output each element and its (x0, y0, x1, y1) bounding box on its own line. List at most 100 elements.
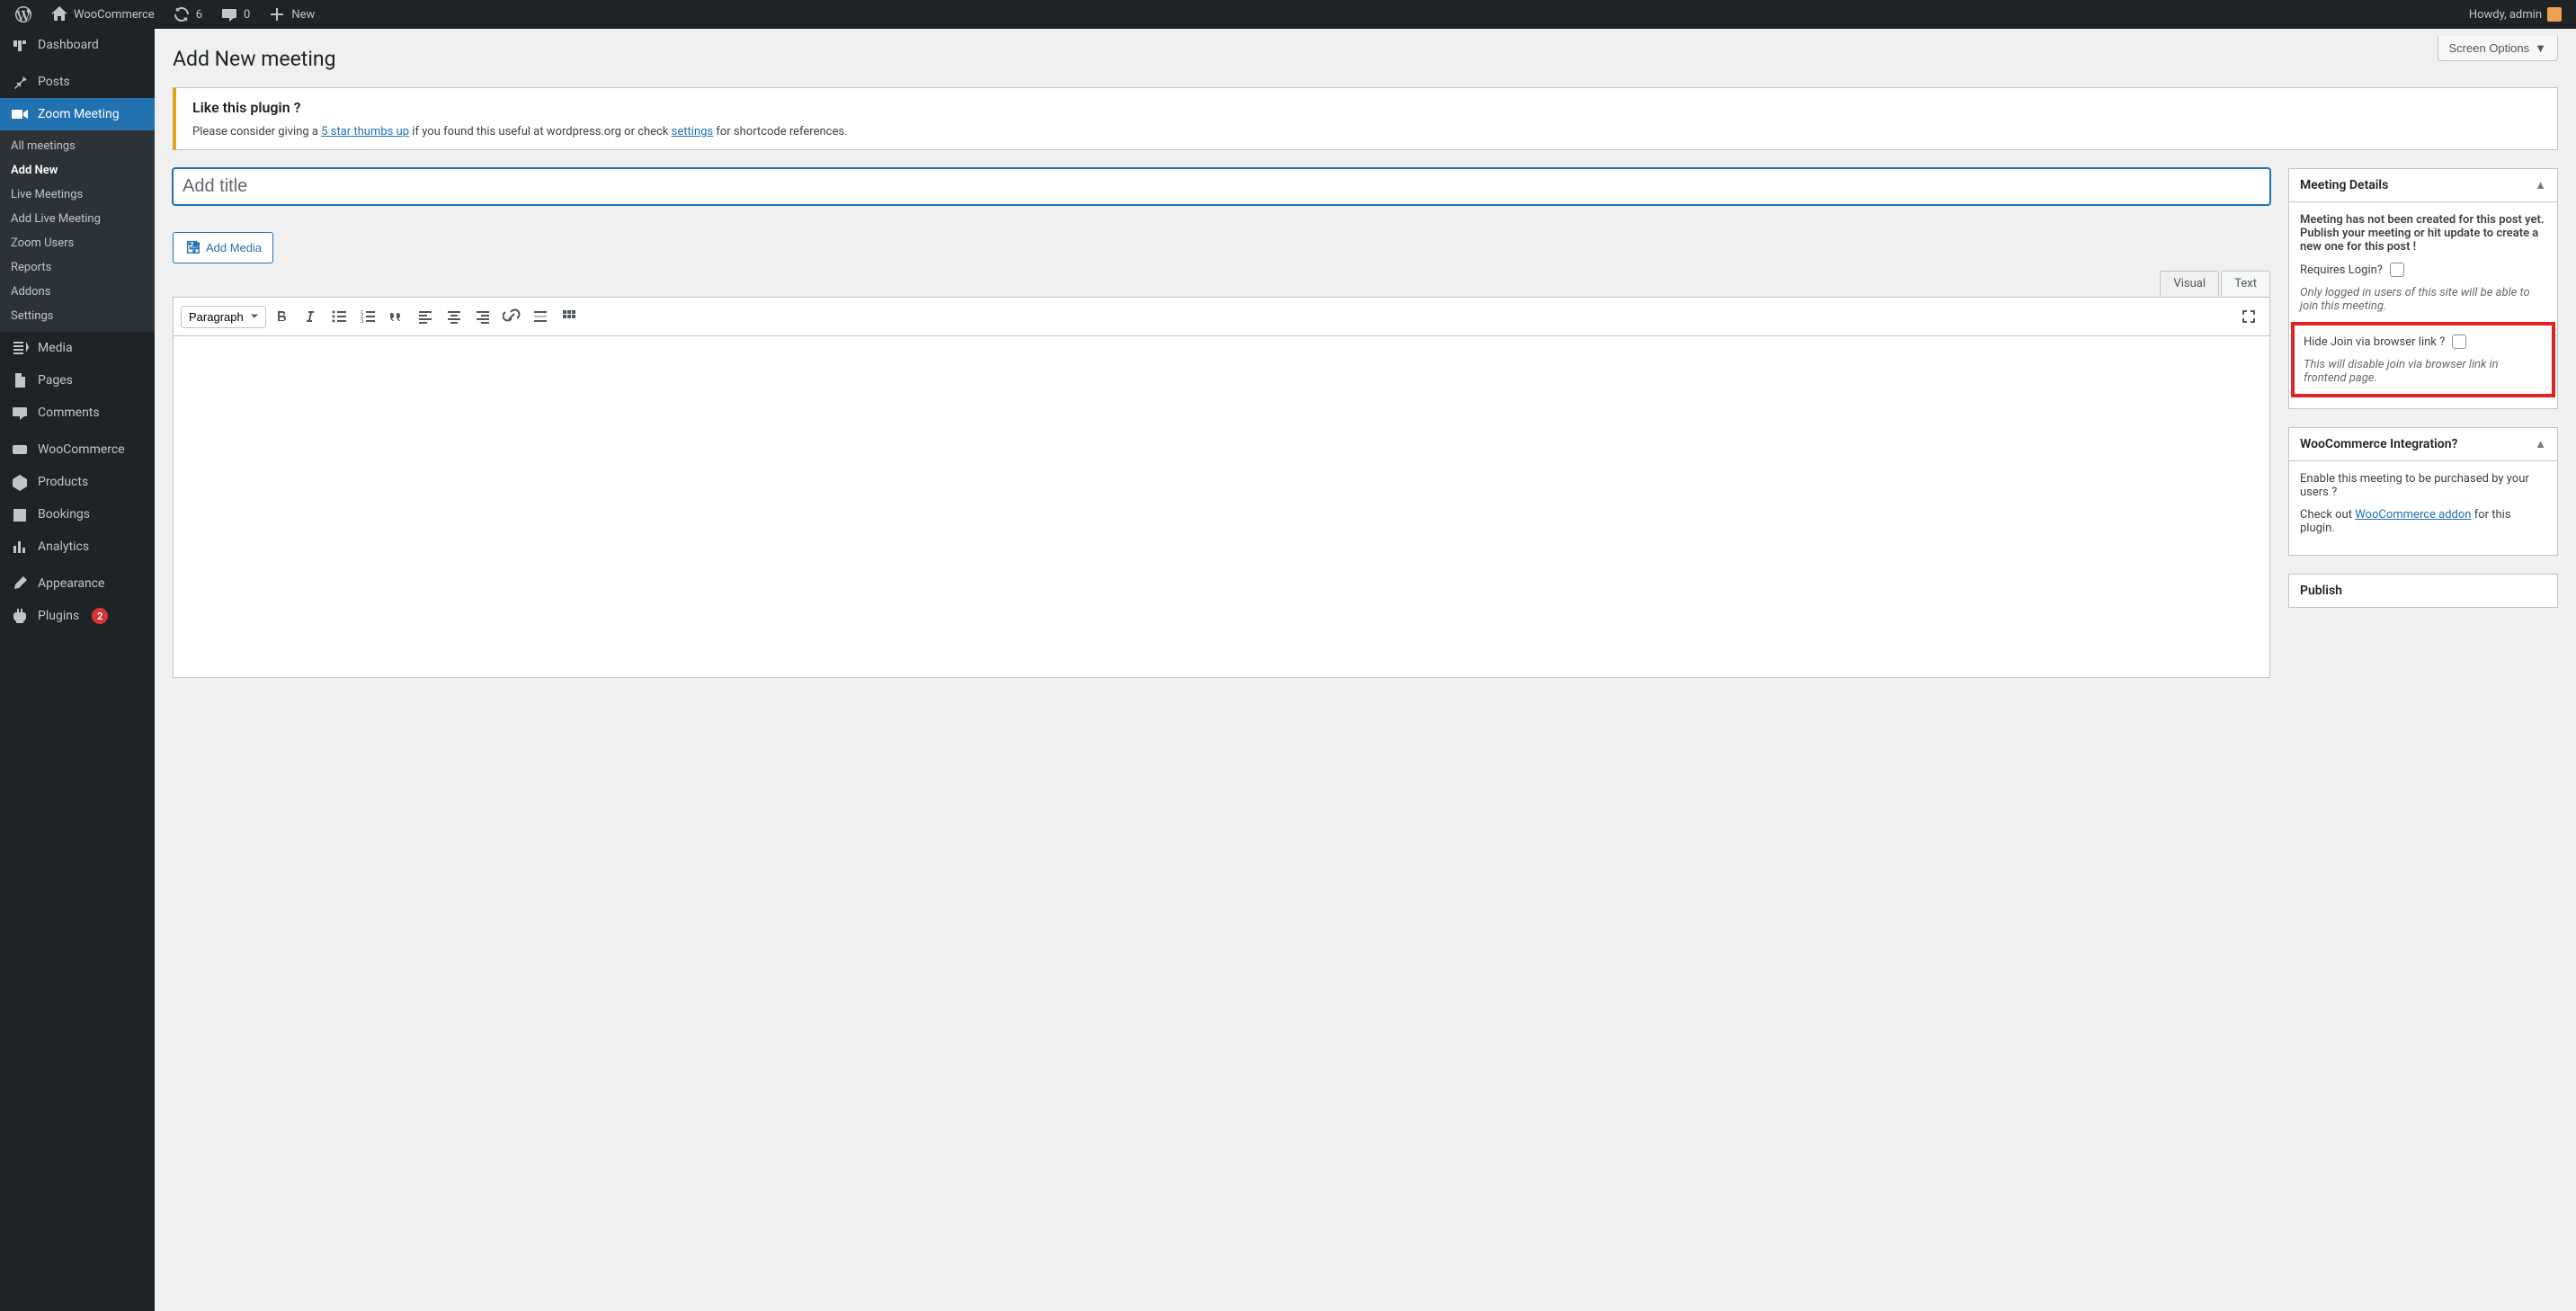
woo-integration-toggle[interactable]: WooCommerce Integration? ▲ (2289, 428, 2557, 461)
pin-icon (11, 73, 29, 91)
menu-label: Comments (38, 406, 100, 420)
post-title-input[interactable] (173, 168, 2270, 205)
woo-enable-text: Enable this meeting to be purchased by y… (2300, 472, 2546, 499)
editor-toolbar: Paragraph 123 (173, 297, 2270, 336)
editor-textarea[interactable] (173, 336, 2270, 678)
zoom-submenu: All meetings Add New Live Meetings Add L… (0, 130, 155, 332)
hide-browser-checkbox[interactable] (2452, 334, 2466, 349)
video-icon (11, 105, 29, 123)
site-name: WooCommerce (74, 8, 155, 22)
requires-login-label: Requires Login? (2300, 263, 2383, 277)
submenu-reports[interactable]: Reports (0, 255, 155, 280)
chevron-up-icon: ▲ (2535, 437, 2546, 451)
chevron-down-icon: ▼ (2535, 41, 2546, 55)
notice-title: Like this plugin ? (192, 99, 2541, 116)
menu-label: WooCommerce (38, 442, 125, 457)
new-content-link[interactable]: New (261, 0, 322, 29)
hide-browser-row: Hide Join via browser link ? (2304, 334, 2543, 349)
postbox-title: WooCommerce Integration? (2300, 437, 2457, 451)
plugins-badge: 2 (92, 608, 108, 624)
new-label: New (291, 8, 315, 22)
menu-appearance[interactable]: Appearance (0, 567, 155, 600)
align-right-button[interactable] (469, 303, 496, 330)
link-button[interactable] (498, 303, 525, 330)
bullet-list-button[interactable] (325, 303, 352, 330)
wordpress-icon (14, 5, 32, 23)
submenu-add-new[interactable]: Add New (0, 158, 155, 183)
updates-count: 6 (196, 8, 202, 22)
admin-bar: WooCommerce 6 0 New Howdy, admin (0, 0, 2576, 29)
howdy-text: Howdy, admin (2469, 8, 2542, 22)
submenu-all-meetings[interactable]: All meetings (0, 134, 155, 158)
page-title: Add New meeting (173, 47, 2558, 71)
menu-analytics[interactable]: Analytics (0, 531, 155, 563)
menu-zoom-meeting[interactable]: Zoom Meeting (0, 98, 155, 130)
hide-browser-description: This will disable join via browser link … (2304, 358, 2543, 385)
toolbar-toggle-button[interactable] (556, 303, 583, 330)
menu-pages[interactable]: Pages (0, 364, 155, 397)
menu-comments[interactable]: Comments (0, 397, 155, 429)
page-icon (11, 371, 29, 389)
screen-options-toggle[interactable]: Screen Options ▼ (2438, 36, 2558, 61)
meeting-details-message: Meeting has not been created for this po… (2300, 213, 2546, 254)
postbox-title: Publish (2300, 584, 2342, 598)
editor: Visual Text Paragraph 123 (173, 271, 2270, 678)
meeting-details-toggle[interactable]: Meeting Details ▲ (2289, 169, 2557, 202)
editor-tab-visual[interactable]: Visual (2160, 271, 2219, 297)
update-icon (173, 5, 191, 23)
align-center-button[interactable] (441, 303, 468, 330)
submenu-live-meetings[interactable]: Live Meetings (0, 183, 155, 207)
notice-thumbs-up-link[interactable]: 5 star thumbs up (321, 125, 409, 138)
bold-button[interactable] (268, 303, 295, 330)
align-left-button[interactable] (412, 303, 439, 330)
postbox-title: Meeting Details (2300, 178, 2388, 192)
media-add-icon (184, 238, 201, 257)
calendar-icon (11, 505, 29, 523)
menu-label: Media (38, 341, 73, 355)
menu-dashboard[interactable]: Dashboard (0, 29, 155, 61)
add-media-label: Add Media (206, 241, 262, 254)
comments-count: 0 (244, 8, 250, 22)
plugin-notice: Like this plugin ? Please consider givin… (173, 87, 2558, 150)
quote-button[interactable] (383, 303, 410, 330)
menu-label: Posts (38, 75, 70, 89)
account-link[interactable]: Howdy, admin (2462, 0, 2569, 29)
woo-icon (11, 441, 29, 459)
screen-options-label: Screen Options (2449, 41, 2530, 55)
wp-logo[interactable] (7, 0, 40, 29)
svg-text:3: 3 (361, 319, 364, 325)
fullscreen-button[interactable] (2235, 303, 2262, 330)
menu-label: Dashboard (38, 38, 99, 52)
updates-link[interactable]: 6 (165, 0, 209, 29)
submenu-addons[interactable]: Addons (0, 280, 155, 304)
menu-label: Appearance (38, 576, 104, 591)
comments-icon (11, 404, 29, 422)
notice-settings-link[interactable]: settings (672, 125, 713, 138)
italic-button[interactable] (297, 303, 324, 330)
menu-media[interactable]: Media (0, 332, 155, 364)
menu-posts[interactable]: Posts (0, 66, 155, 98)
comments-link[interactable]: 0 (213, 0, 257, 29)
submenu-add-live-meeting[interactable]: Add Live Meeting (0, 207, 155, 231)
format-select[interactable]: Paragraph (181, 306, 266, 328)
home-icon (50, 5, 68, 23)
site-name-link[interactable]: WooCommerce (43, 0, 162, 29)
menu-label: Plugins (38, 609, 79, 623)
brush-icon (11, 575, 29, 593)
menu-label: Bookings (38, 507, 90, 522)
publish-toggle[interactable]: Publish (2289, 575, 2557, 607)
hide-browser-label: Hide Join via browser link ? (2304, 335, 2445, 349)
woo-addon-link[interactable]: WooCommerce addon (2355, 508, 2471, 522)
editor-tab-text[interactable]: Text (2221, 271, 2270, 296)
submenu-settings[interactable]: Settings (0, 304, 155, 328)
requires-login-checkbox[interactable] (2390, 263, 2404, 277)
numbered-list-button[interactable]: 123 (354, 303, 381, 330)
submenu-zoom-users[interactable]: Zoom Users (0, 231, 155, 255)
menu-products[interactable]: Products (0, 466, 155, 498)
read-more-button[interactable] (527, 303, 554, 330)
menu-plugins[interactable]: Plugins 2 (0, 600, 155, 632)
menu-bookings[interactable]: Bookings (0, 498, 155, 531)
menu-woocommerce[interactable]: WooCommerce (0, 433, 155, 466)
add-media-button[interactable]: Add Media (173, 232, 273, 263)
dashboard-icon (11, 36, 29, 54)
